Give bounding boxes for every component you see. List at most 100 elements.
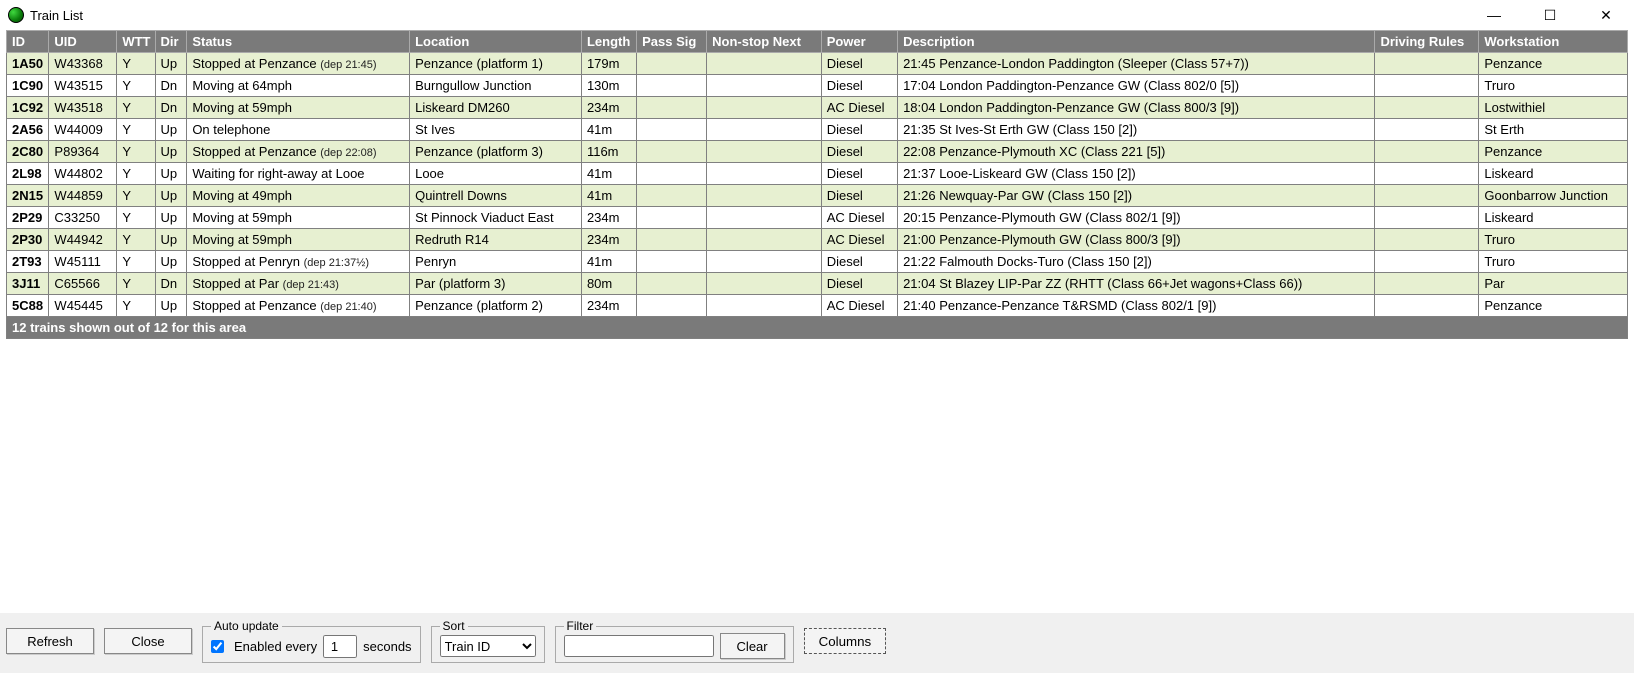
cell-dir: Up bbox=[155, 53, 187, 75]
cell-wtt: Y bbox=[117, 251, 155, 273]
cell-location: Liskeard DM260 bbox=[410, 97, 582, 119]
cell-pass-sig bbox=[637, 273, 707, 295]
col-location[interactable]: Location bbox=[410, 31, 582, 53]
col-pass-sig[interactable]: Pass Sig bbox=[637, 31, 707, 53]
cell-description: 20:15 Penzance-Plymouth GW (Class 802/1 … bbox=[898, 207, 1375, 229]
auto-update-interval-input[interactable] bbox=[323, 635, 357, 658]
auto-update-checkbox[interactable] bbox=[211, 640, 224, 653]
cell-status: On telephone bbox=[187, 119, 410, 141]
cell-location: Penzance (platform 2) bbox=[410, 295, 582, 317]
table-row[interactable]: 3J11C65566YDnStopped at Par (dep 21:43)P… bbox=[7, 273, 1628, 295]
refresh-button[interactable]: Refresh bbox=[6, 628, 94, 654]
cell-length: 41m bbox=[581, 251, 636, 273]
col-workstation[interactable]: Workstation bbox=[1479, 31, 1628, 53]
col-uid[interactable]: UID bbox=[49, 31, 117, 53]
cell-pass-sig bbox=[637, 251, 707, 273]
cell-workstation: Lostwithiel bbox=[1479, 97, 1628, 119]
sort-legend: Sort bbox=[440, 619, 468, 633]
cell-power: AC Diesel bbox=[821, 295, 897, 317]
cell-nonstop bbox=[707, 119, 822, 141]
cell-power: Diesel bbox=[821, 141, 897, 163]
table-row[interactable]: 2A56W44009YUpOn telephoneSt Ives41mDiese… bbox=[7, 119, 1628, 141]
cell-nonstop bbox=[707, 251, 822, 273]
table-row[interactable]: 1C92W43518YDnMoving at 59mphLiskeard DM2… bbox=[7, 97, 1628, 119]
maximize-icon[interactable]: ☐ bbox=[1536, 5, 1564, 25]
cell-driving-rules bbox=[1375, 97, 1479, 119]
cell-workstation: Par bbox=[1479, 273, 1628, 295]
col-driving-rules[interactable]: Driving Rules bbox=[1375, 31, 1479, 53]
close-icon[interactable]: ✕ bbox=[1592, 5, 1620, 25]
table-row[interactable]: 2L98W44802YUpWaiting for right-away at L… bbox=[7, 163, 1628, 185]
table-row[interactable]: 1C90W43515YDnMoving at 64mphBurngullow J… bbox=[7, 75, 1628, 97]
cell-length: 234m bbox=[581, 97, 636, 119]
table-row[interactable]: 2P30W44942YUpMoving at 59mphRedruth R142… bbox=[7, 229, 1628, 251]
cell-id: 2T93 bbox=[7, 251, 49, 273]
bottom-bar: Refresh Close Auto update Enabled every … bbox=[0, 613, 1634, 673]
cell-pass-sig bbox=[637, 97, 707, 119]
cell-power: Diesel bbox=[821, 163, 897, 185]
col-id[interactable]: ID bbox=[7, 31, 49, 53]
clear-button[interactable]: Clear bbox=[720, 633, 785, 659]
cell-power: AC Diesel bbox=[821, 97, 897, 119]
cell-description: 21:26 Newquay-Par GW (Class 150 [2]) bbox=[898, 185, 1375, 207]
cell-pass-sig bbox=[637, 163, 707, 185]
cell-location: Quintrell Downs bbox=[410, 185, 582, 207]
col-dir[interactable]: Dir bbox=[155, 31, 187, 53]
cell-nonstop bbox=[707, 163, 822, 185]
cell-status: Stopped at Penryn (dep 21:37½) bbox=[187, 251, 410, 273]
cell-dir: Dn bbox=[155, 273, 187, 295]
table-row[interactable]: 2P29C33250YUpMoving at 59mphSt Pinnock V… bbox=[7, 207, 1628, 229]
sort-select[interactable]: Train ID bbox=[440, 635, 536, 657]
cell-wtt: Y bbox=[117, 119, 155, 141]
cell-workstation: Penzance bbox=[1479, 53, 1628, 75]
col-status[interactable]: Status bbox=[187, 31, 410, 53]
cell-wtt: Y bbox=[117, 207, 155, 229]
cell-nonstop bbox=[707, 273, 822, 295]
columns-button[interactable]: Columns bbox=[804, 628, 887, 654]
table-status-row: 12 trains shown out of 12 for this area bbox=[7, 317, 1628, 339]
cell-workstation: Penzance bbox=[1479, 141, 1628, 163]
close-button[interactable]: Close bbox=[104, 628, 192, 654]
table-row[interactable]: 5C88W45445YUpStopped at Penzance (dep 21… bbox=[7, 295, 1628, 317]
cell-dir: Up bbox=[155, 141, 187, 163]
cell-uid: P89364 bbox=[49, 141, 117, 163]
col-length[interactable]: Length bbox=[581, 31, 636, 53]
sort-group: Sort Train ID bbox=[431, 619, 545, 663]
cell-workstation: Truro bbox=[1479, 251, 1628, 273]
col-description[interactable]: Description bbox=[898, 31, 1375, 53]
table-row[interactable]: 1A50W43368YUpStopped at Penzance (dep 21… bbox=[7, 53, 1628, 75]
cell-pass-sig bbox=[637, 207, 707, 229]
table-header-row: ID UID WTT Dir Status Location Length Pa… bbox=[7, 31, 1628, 53]
cell-pass-sig bbox=[637, 75, 707, 97]
col-wtt[interactable]: WTT bbox=[117, 31, 155, 53]
filter-input[interactable] bbox=[564, 635, 714, 657]
cell-description: 21:37 Looe-Liskeard GW (Class 150 [2]) bbox=[898, 163, 1375, 185]
table-row[interactable]: 2C80P89364YUpStopped at Penzance (dep 22… bbox=[7, 141, 1628, 163]
cell-pass-sig bbox=[637, 53, 707, 75]
cell-length: 116m bbox=[581, 141, 636, 163]
cell-uid: W44859 bbox=[49, 185, 117, 207]
cell-description: 22:08 Penzance-Plymouth XC (Class 221 [5… bbox=[898, 141, 1375, 163]
cell-workstation: St Erth bbox=[1479, 119, 1628, 141]
table-row[interactable]: 2T93W45111YUpStopped at Penryn (dep 21:3… bbox=[7, 251, 1628, 273]
cell-id: 1C92 bbox=[7, 97, 49, 119]
cell-description: 21:22 Falmouth Docks-Turo (Class 150 [2]… bbox=[898, 251, 1375, 273]
cell-status: Moving at 49mph bbox=[187, 185, 410, 207]
cell-length: 41m bbox=[581, 163, 636, 185]
cell-wtt: Y bbox=[117, 163, 155, 185]
cell-power: Diesel bbox=[821, 119, 897, 141]
cell-uid: C65566 bbox=[49, 273, 117, 295]
cell-description: 21:45 Penzance-London Paddington (Sleepe… bbox=[898, 53, 1375, 75]
cell-id: 2L98 bbox=[7, 163, 49, 185]
cell-pass-sig bbox=[637, 185, 707, 207]
cell-power: AC Diesel bbox=[821, 207, 897, 229]
table-row[interactable]: 2N15W44859YUpMoving at 49mphQuintrell Do… bbox=[7, 185, 1628, 207]
col-power[interactable]: Power bbox=[821, 31, 897, 53]
minimize-icon[interactable]: — bbox=[1480, 5, 1508, 25]
cell-wtt: Y bbox=[117, 141, 155, 163]
cell-driving-rules bbox=[1375, 53, 1479, 75]
cell-description: 21:04 St Blazey LIP-Par ZZ (RHTT (Class … bbox=[898, 273, 1375, 295]
cell-location: St Pinnock Viaduct East bbox=[410, 207, 582, 229]
cell-nonstop bbox=[707, 97, 822, 119]
col-nonstop[interactable]: Non-stop Next bbox=[707, 31, 822, 53]
